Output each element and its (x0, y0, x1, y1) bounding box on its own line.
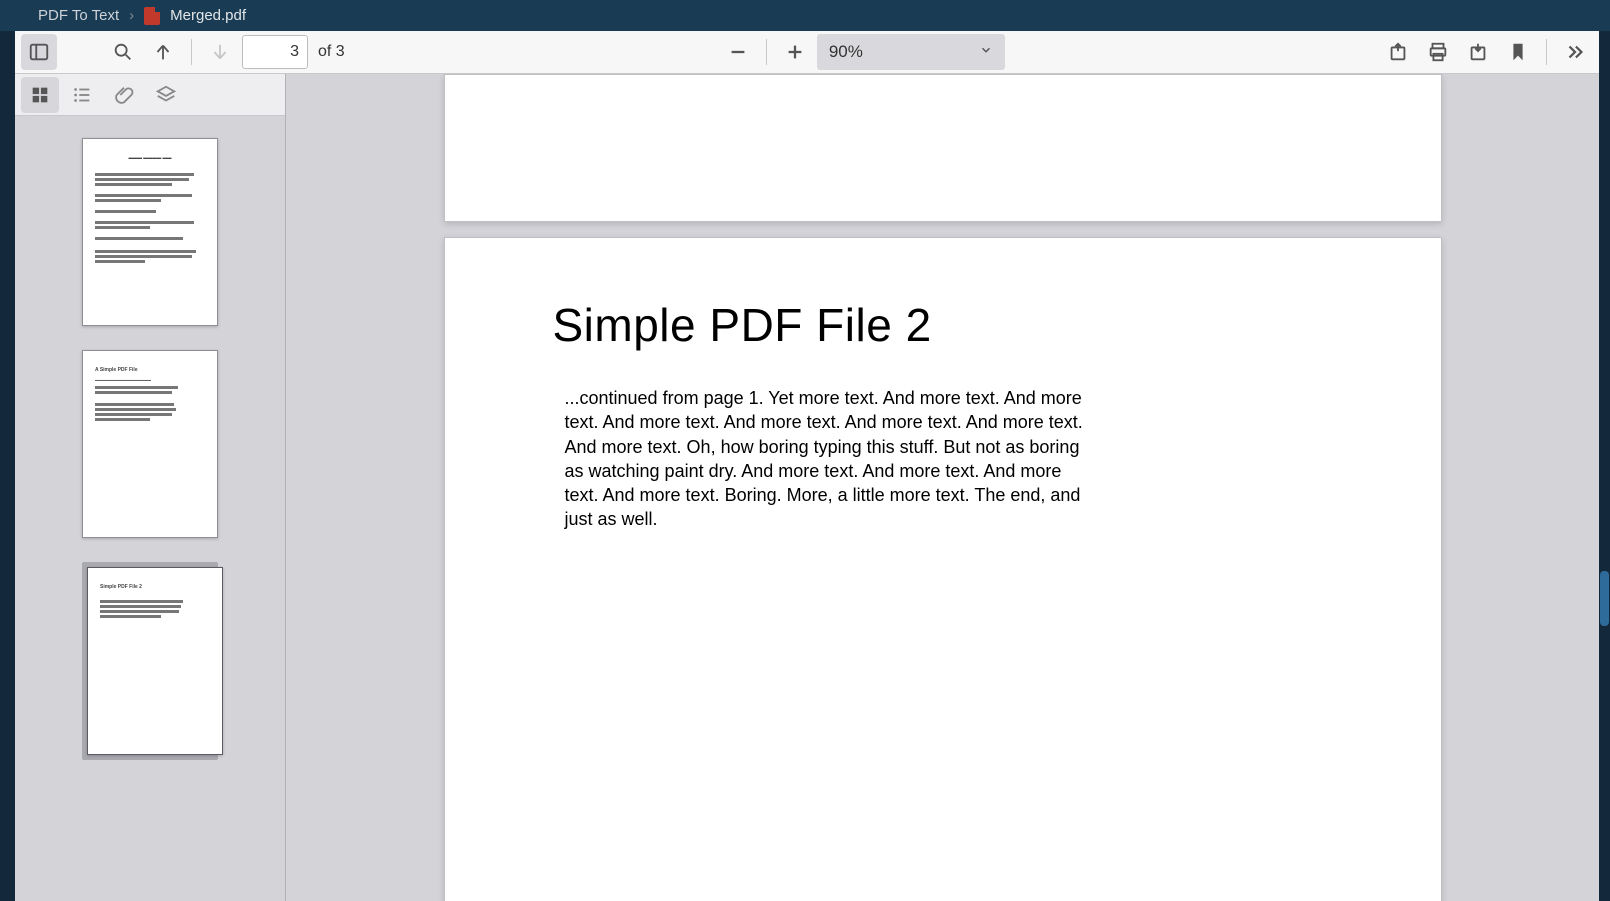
bookmark-icon (1507, 41, 1529, 63)
open-file-button[interactable] (1380, 34, 1416, 70)
layers-icon (155, 84, 177, 106)
thumbnail-list: ▬▬▬ ▬▬▬▬ ▬▬ (15, 116, 285, 901)
thumbnail-page-2[interactable]: A Simple PDF File ▬▬▬▬▬▬▬▬▬▬▬▬▬▬▬▬ (82, 350, 218, 538)
zoom-in-button[interactable] (777, 34, 813, 70)
toolbar-divider (1546, 39, 1547, 65)
paperclip-icon (113, 84, 135, 106)
plus-icon (784, 41, 806, 63)
thumbnails-tab[interactable] (21, 77, 59, 113)
toolbar-divider (191, 39, 192, 65)
next-page-button[interactable] (202, 34, 238, 70)
thumbnail-page-3[interactable]: Simple PDF File 2 (82, 562, 218, 760)
zoom-value: 90% (829, 42, 863, 62)
minus-icon (727, 41, 749, 63)
pdf-file-icon (144, 7, 160, 25)
breadcrumb-root[interactable]: PDF To Text (38, 7, 119, 24)
page-heading: Simple PDF File 2 (553, 298, 1333, 352)
zoom-out-button[interactable] (720, 34, 756, 70)
toolbar-divider (766, 39, 767, 65)
chevron-double-right-icon (1564, 41, 1586, 63)
download-icon (1467, 41, 1489, 63)
page-count-label: of 3 (318, 43, 345, 61)
bookmark-button[interactable] (1500, 34, 1536, 70)
page-number-input[interactable] (242, 35, 308, 69)
page-body-text: ...continued from page 1. Yet more text.… (565, 386, 1085, 532)
print-icon (1427, 41, 1449, 63)
breadcrumb-bar: PDF To Text › Merged.pdf (0, 0, 1610, 31)
scrollbar-thumb[interactable] (1600, 571, 1609, 626)
chevron-down-icon (979, 42, 993, 62)
open-file-icon (1387, 41, 1409, 63)
download-button[interactable] (1460, 34, 1496, 70)
search-button[interactable] (105, 34, 141, 70)
thumb-2-title: A Simple PDF File (95, 367, 205, 374)
left-gutter (0, 31, 15, 901)
scrollbar[interactable] (1599, 31, 1610, 901)
zoom-select[interactable]: 90% (817, 34, 1005, 70)
thumbnails-icon (29, 84, 51, 106)
pdf-page-3: Simple PDF File 2 ...continued from page… (444, 237, 1442, 901)
breadcrumb-separator: › (129, 7, 134, 24)
arrow-down-icon (209, 41, 231, 63)
breadcrumb-filename: Merged.pdf (170, 7, 246, 24)
layers-tab[interactable] (147, 77, 185, 113)
attachments-tab[interactable] (105, 77, 143, 113)
pdf-toolbar: of 3 90% (15, 31, 1599, 74)
sidebar-tabs (15, 74, 285, 116)
thumbnail-page-1[interactable]: ▬▬▬ ▬▬▬▬ ▬▬ (82, 138, 218, 326)
more-tools-button[interactable] (1557, 34, 1593, 70)
sidebar-icon (28, 41, 50, 63)
pdf-page-2-bottom (444, 74, 1442, 222)
print-button[interactable] (1420, 34, 1456, 70)
outline-tab[interactable] (63, 77, 101, 113)
arrow-up-icon (152, 41, 174, 63)
sidebar-toggle-button[interactable] (21, 34, 57, 70)
prev-page-button[interactable] (145, 34, 181, 70)
thumb-3-title: Simple PDF File 2 (100, 584, 210, 591)
page-view[interactable]: Simple PDF File 2 ...continued from page… (286, 74, 1599, 901)
thumbnail-sidebar: ▬▬▬ ▬▬▬▬ ▬▬ (15, 74, 286, 901)
outline-icon (71, 84, 93, 106)
search-icon (112, 41, 134, 63)
